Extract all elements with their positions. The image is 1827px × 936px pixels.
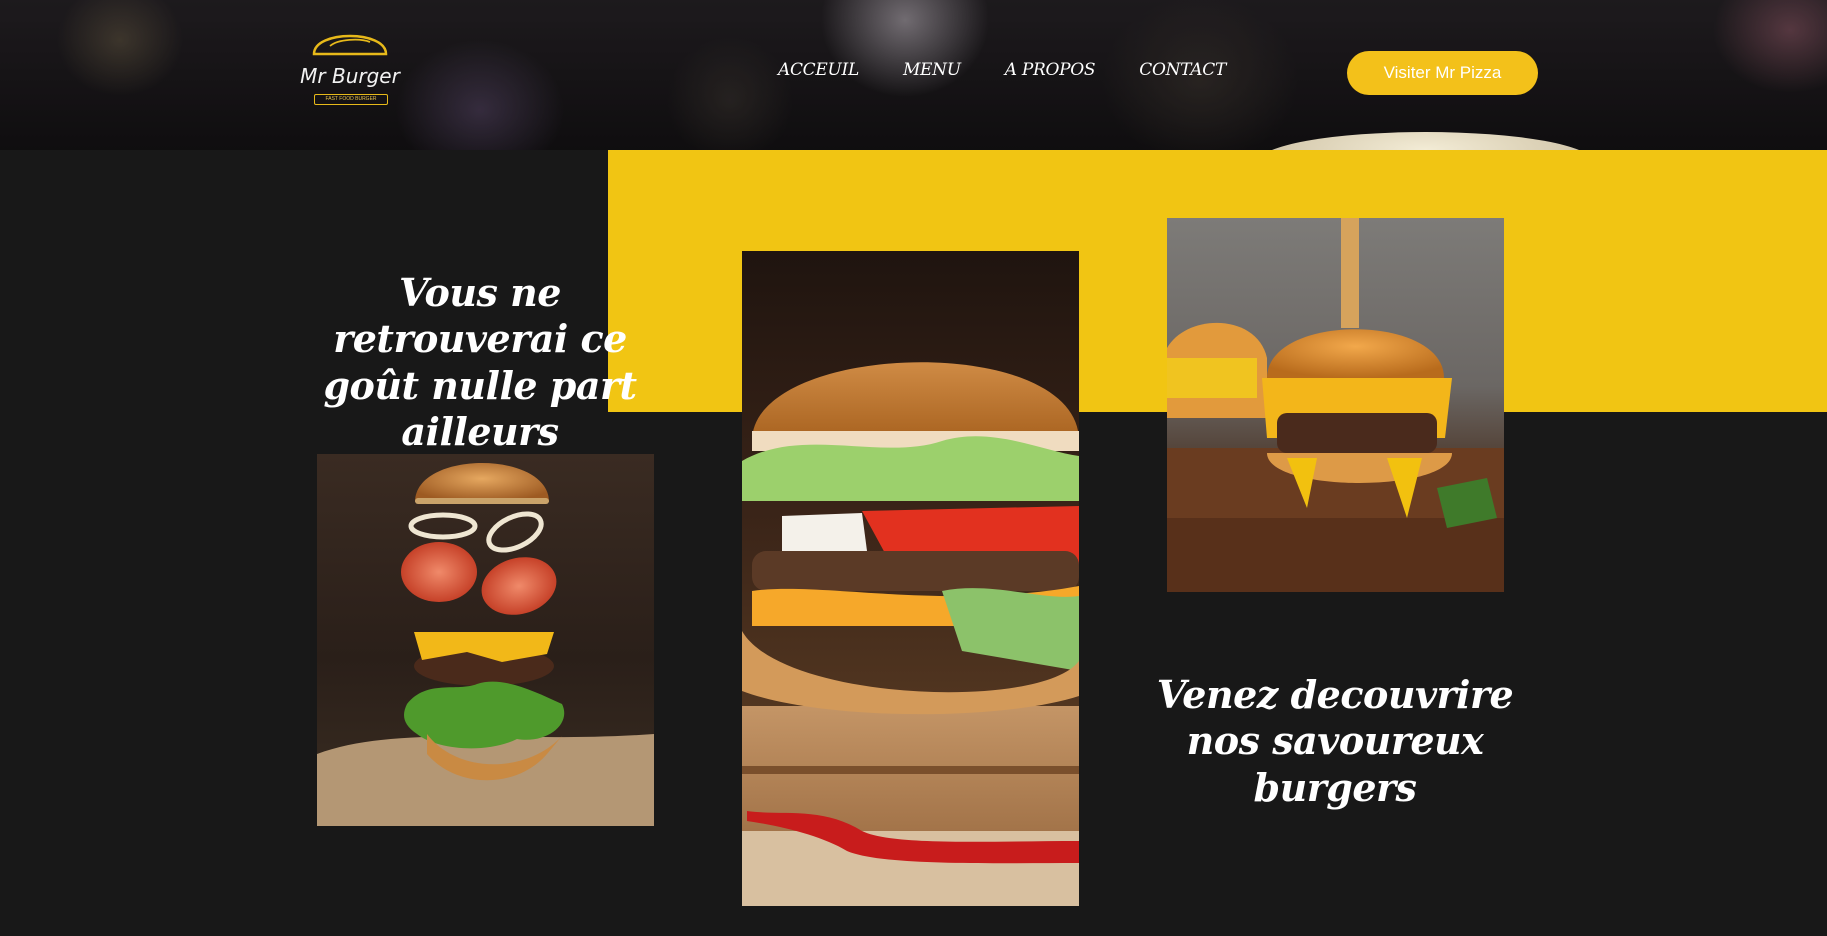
photo-tall-burger (742, 251, 1079, 906)
main-nav: ACCEUIL MENU A PROPOS CONTACT (778, 60, 1226, 80)
nav-item-acceuil[interactable]: ACCEUIL (778, 60, 859, 80)
visit-mr-pizza-button[interactable]: Visiter Mr Pizza (1347, 51, 1538, 95)
nav-item-contact[interactable]: CONTACT (1139, 60, 1226, 80)
site-header: Mr Burger FAST FOOD BURGER ACCEUIL MENU … (0, 0, 1827, 150)
nav-item-a-propos[interactable]: A PROPOS (1005, 60, 1096, 80)
logo-name: Mr Burger (300, 64, 400, 88)
floating-burger-illustration (317, 463, 654, 826)
photo-floating-burger (317, 454, 654, 826)
cheese-burger-illustration (1167, 218, 1504, 592)
photo-cheese-burger (1167, 218, 1504, 592)
logo[interactable]: Mr Burger FAST FOOD BURGER (300, 24, 400, 110)
headline-left: Vous ne retrouverai ce goût nulle part a… (323, 270, 637, 455)
headline-right: Venez decouvrire nos savoureux burgers (1156, 672, 1514, 810)
nav-item-menu[interactable]: MENU (903, 60, 961, 80)
burger-bun-icon (312, 34, 388, 56)
tall-burger-illustration (742, 362, 1079, 906)
logo-tagline: FAST FOOD BURGER (314, 94, 388, 105)
